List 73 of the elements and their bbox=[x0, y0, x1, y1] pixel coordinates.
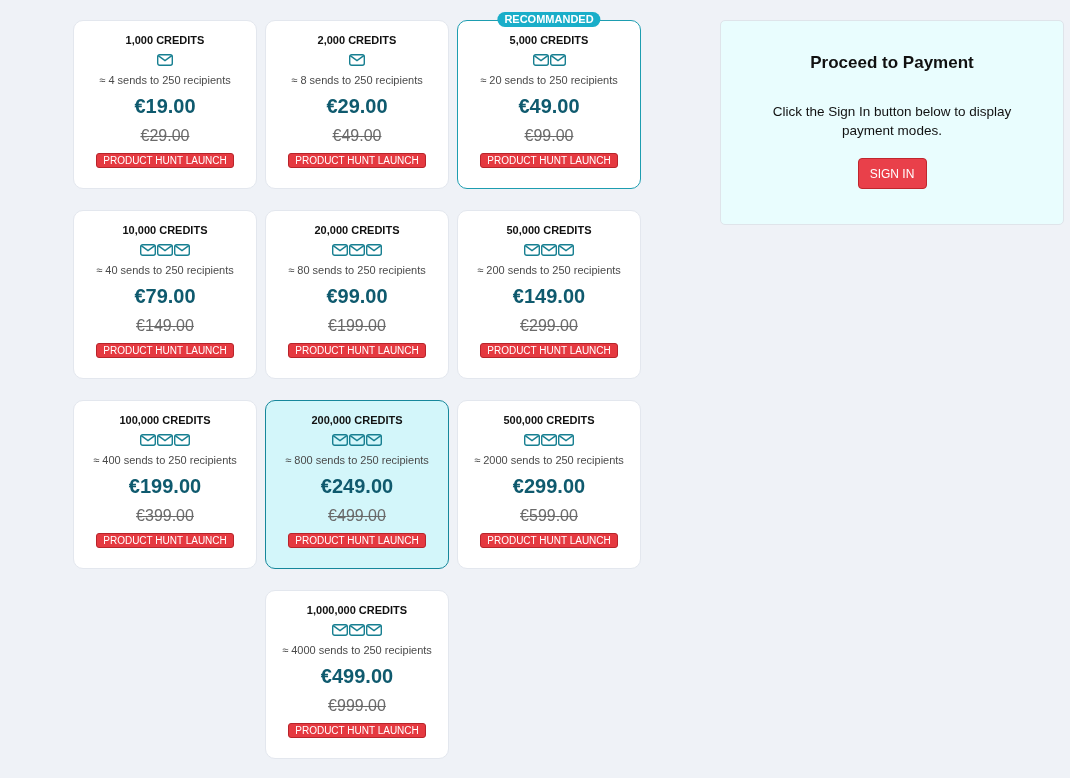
plan-old-price: €49.00 bbox=[332, 126, 382, 146]
launch-tag: PRODUCT HUNT LAUNCH bbox=[96, 153, 234, 168]
plan-credits: 50,000 CREDITS bbox=[506, 223, 592, 237]
plan-credits: 10,000 CREDITS bbox=[122, 223, 208, 237]
plan-credits: 5,000 CREDITS bbox=[509, 33, 589, 47]
plan-price: €499.00 bbox=[320, 664, 394, 688]
plan-card[interactable]: 50,000 CREDITS ≈ 200 sends to 250 recipients €149.00 €299.00 PRODUCT HUNT LAUNCH bbox=[457, 210, 641, 379]
launch-tag: PRODUCT HUNT LAUNCH bbox=[480, 533, 618, 548]
plan-sends: ≈ 800 sends to 250 recipients bbox=[285, 453, 429, 467]
plan-sends: ≈ 200 sends to 250 recipients bbox=[477, 263, 621, 277]
plan-card[interactable]: 1,000,000 CREDITS ≈ 4000 sends to 250 recipients €499.00 €999.00 PRODUCT HUNT LAUNCH bbox=[265, 590, 449, 759]
launch-tag: PRODUCT HUNT LAUNCH bbox=[96, 343, 234, 358]
sign-in-button[interactable]: SIGN IN bbox=[857, 158, 927, 189]
launch-tag: PRODUCT HUNT LAUNCH bbox=[96, 533, 234, 548]
plan-sends: ≈ 8 sends to 250 recipients bbox=[291, 73, 423, 87]
launch-tag: PRODUCT HUNT LAUNCH bbox=[480, 343, 618, 358]
envelope-icon bbox=[157, 54, 173, 66]
plan-card[interactable]: 100,000 CREDITS ≈ 400 sends to 250 recipients €199.00 €399.00 PRODUCT HUNT LAUNCH bbox=[73, 400, 257, 569]
plan-old-price: €149.00 bbox=[136, 316, 194, 336]
plan-old-price: €29.00 bbox=[140, 126, 190, 146]
plan-old-price: €499.00 bbox=[328, 506, 386, 526]
plan-sends: ≈ 4 sends to 250 recipients bbox=[99, 73, 231, 87]
envelopes-icon bbox=[332, 434, 382, 446]
plan-old-price: €299.00 bbox=[520, 316, 578, 336]
plan-price: €149.00 bbox=[512, 284, 586, 308]
plan-credits: 1,000,000 CREDITS bbox=[306, 603, 408, 617]
recommended-badge: RECOMMANDED bbox=[497, 12, 601, 27]
envelopes-icon bbox=[140, 244, 190, 256]
payment-title: Proceed to Payment bbox=[810, 52, 974, 74]
plan-card[interactable]: 1,000 CREDITS ≈ 4 sends to 250 recipients €19.00 €29.00 PRODUCT HUNT LAUNCH bbox=[73, 20, 257, 189]
plan-credits: 200,000 CREDITS bbox=[311, 413, 403, 427]
plan-card[interactable]: 2,000 CREDITS ≈ 8 sends to 250 recipients €29.00 €49.00 PRODUCT HUNT LAUNCH bbox=[265, 20, 449, 189]
plan-card[interactable]: 10,000 CREDITS ≈ 40 sends to 250 recipients €79.00 €149.00 PRODUCT HUNT LAUNCH bbox=[73, 210, 257, 379]
plan-credits: 2,000 CREDITS bbox=[317, 33, 397, 47]
plan-old-price: €199.00 bbox=[328, 316, 386, 336]
plan-price: €249.00 bbox=[320, 474, 394, 498]
plan-sends: ≈ 4000 sends to 250 recipients bbox=[282, 643, 432, 657]
envelopes-icon bbox=[332, 624, 382, 636]
plan-old-price: €999.00 bbox=[328, 696, 386, 716]
plan-card[interactable]: 500,000 CREDITS ≈ 2000 sends to 250 recipients €299.00 €599.00 PRODUCT HUNT LAUNCH bbox=[457, 400, 641, 569]
plan-sends: ≈ 80 sends to 250 recipients bbox=[288, 263, 426, 277]
plan-price: €199.00 bbox=[128, 474, 202, 498]
launch-tag: PRODUCT HUNT LAUNCH bbox=[480, 153, 618, 168]
envelopes-icon bbox=[332, 244, 382, 256]
plan-credits: 500,000 CREDITS bbox=[503, 413, 595, 427]
plan-old-price: €399.00 bbox=[136, 506, 194, 526]
plan-sends: ≈ 40 sends to 250 recipients bbox=[96, 263, 234, 277]
plan-sends: ≈ 400 sends to 250 recipients bbox=[93, 453, 237, 467]
envelopes-icon bbox=[532, 54, 566, 66]
plan-price: €19.00 bbox=[134, 94, 196, 118]
plan-sends: ≈ 2000 sends to 250 recipients bbox=[474, 453, 624, 467]
envelopes-icon bbox=[524, 244, 574, 256]
plan-price: €49.00 bbox=[518, 94, 580, 118]
plan-old-price: €599.00 bbox=[520, 506, 578, 526]
plan-card[interactable]: 200,000 CREDITS ≈ 800 sends to 250 recipients €249.00 €499.00 PRODUCT HUNT LAUNCH bbox=[265, 400, 449, 569]
envelope-icon bbox=[349, 54, 365, 66]
plan-credits: 100,000 CREDITS bbox=[119, 413, 211, 427]
plan-price: €99.00 bbox=[326, 284, 388, 308]
plan-price: €79.00 bbox=[134, 284, 196, 308]
launch-tag: PRODUCT HUNT LAUNCH bbox=[288, 153, 426, 168]
plan-old-price: €99.00 bbox=[524, 126, 574, 146]
envelopes-icon bbox=[524, 434, 574, 446]
launch-tag: PRODUCT HUNT LAUNCH bbox=[288, 343, 426, 358]
envelopes-icon bbox=[140, 434, 190, 446]
plan-price: €299.00 bbox=[512, 474, 586, 498]
payment-message: Click the Sign In button below to display payment modes. bbox=[771, 103, 1013, 140]
launch-tag: PRODUCT HUNT LAUNCH bbox=[288, 723, 426, 738]
plan-price: €29.00 bbox=[326, 94, 388, 118]
plan-sends: ≈ 20 sends to 250 recipients bbox=[480, 73, 618, 87]
plan-card[interactable]: 20,000 CREDITS ≈ 80 sends to 250 recipients €99.00 €199.00 PRODUCT HUNT LAUNCH bbox=[265, 210, 449, 379]
plan-credits: 20,000 CREDITS bbox=[314, 223, 400, 237]
plan-credits: 1,000 CREDITS bbox=[125, 33, 205, 47]
launch-tag: PRODUCT HUNT LAUNCH bbox=[288, 533, 426, 548]
